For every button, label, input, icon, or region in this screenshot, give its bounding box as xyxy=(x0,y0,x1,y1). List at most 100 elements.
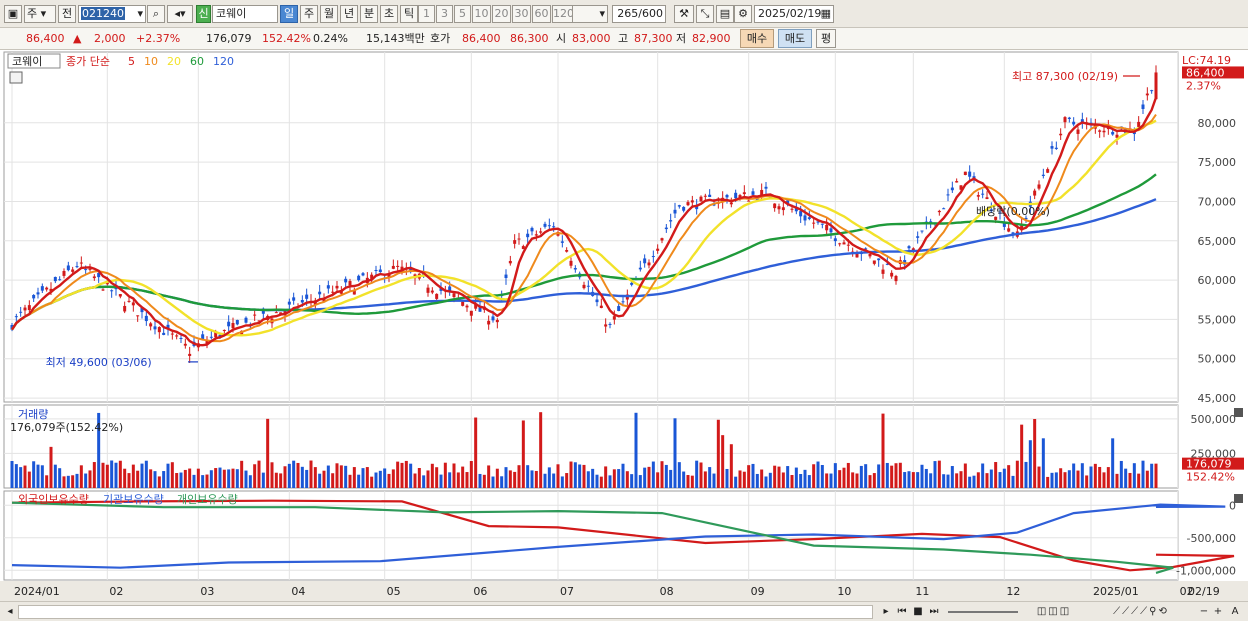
candle-body xyxy=(45,287,49,290)
volume-bar xyxy=(1054,472,1058,488)
calendar-icon[interactable]: ▦ xyxy=(821,6,831,22)
sell-button[interactable]: 매도 xyxy=(778,29,812,48)
candle-body xyxy=(985,197,989,200)
candle-body xyxy=(1067,117,1071,119)
candle-body xyxy=(734,192,738,199)
speaker-icon[interactable]: ◂▾ xyxy=(167,5,193,23)
stock-code-input[interactable]: 021240 ▾ xyxy=(78,5,146,23)
chart-scrollbar[interactable]: ◂ ▸ ⏮ ■ ⏭ ◫◫◫ ⟋⟋⟋⟋⚲⟲ − + A xyxy=(0,601,1248,621)
candle-body xyxy=(868,253,872,257)
volume-bar xyxy=(573,462,577,488)
candle-body xyxy=(318,291,322,295)
date-input[interactable]: 2025/02/19 ▦ xyxy=(754,5,834,23)
stop-icon[interactable]: ■ xyxy=(911,605,925,619)
interval-button[interactable]: 10 xyxy=(472,5,491,23)
save-icon[interactable]: ▤ xyxy=(716,5,734,23)
volume-bar xyxy=(734,476,738,488)
zoom-out-icon[interactable]: − xyxy=(1198,605,1210,619)
interval-button[interactable]: 3 xyxy=(436,5,453,23)
period-button[interactable]: 주 xyxy=(300,5,318,23)
bar-count-value: 265 xyxy=(617,7,639,20)
rewind-icon[interactable]: ⏮ xyxy=(895,605,909,619)
candle-body xyxy=(950,187,954,191)
period-button[interactable]: 년 xyxy=(340,5,358,23)
bar-count-field[interactable]: 265/600 xyxy=(612,5,666,23)
candle-body xyxy=(946,194,950,196)
buy-button[interactable]: 매수 xyxy=(740,29,774,48)
volume-bar xyxy=(556,464,560,488)
period-button[interactable]: 월 xyxy=(320,5,338,23)
volume-bar xyxy=(803,469,807,488)
candle-body xyxy=(426,287,430,293)
volume-bar xyxy=(426,470,430,488)
candle-body xyxy=(777,206,781,210)
high-label: 고 xyxy=(618,32,629,45)
volume-bar xyxy=(114,462,118,488)
panel-close-icon[interactable] xyxy=(1234,494,1243,503)
volume-bar xyxy=(443,462,447,488)
interval-button[interactable]: 1 xyxy=(418,5,435,23)
prev-button[interactable]: 전 xyxy=(58,5,76,23)
candle-body xyxy=(326,285,330,289)
average-button[interactable]: 평 xyxy=(816,29,836,48)
period-button[interactable]: 일 xyxy=(280,5,298,23)
candle-body xyxy=(942,208,946,210)
volume-bar xyxy=(1145,470,1149,488)
candle-body xyxy=(344,278,348,283)
candle-body xyxy=(170,333,174,335)
gear-icon[interactable]: ⚙ xyxy=(734,5,752,23)
volume-bar xyxy=(599,476,603,488)
candle-body xyxy=(963,171,967,175)
legend-ma-period: 5 xyxy=(128,55,135,68)
zoom-in-icon[interactable]: + xyxy=(1212,605,1224,619)
volume-bar xyxy=(1033,419,1037,488)
volume-bar xyxy=(261,472,265,488)
drawing-tool-icons[interactable]: ⟋⟋⟋⟋⚲⟲ xyxy=(1086,605,1196,619)
volume-bar xyxy=(461,466,465,488)
volume-bar xyxy=(712,473,716,488)
interval-button[interactable]: 5 xyxy=(454,5,471,23)
candle-body xyxy=(725,194,729,198)
period-unit-select[interactable]: 주 ▾ xyxy=(24,5,56,23)
candle-body xyxy=(1145,93,1149,96)
font-size-icon[interactable]: A xyxy=(1228,605,1242,619)
interval-button[interactable]: 60 xyxy=(532,5,551,23)
candle-body xyxy=(40,286,44,291)
volume-bar xyxy=(1050,472,1054,488)
scroll-left-icon[interactable]: ◂ xyxy=(4,605,16,619)
stock-chart[interactable]: 80,000 75,000 70,000 65,000 60,000 55,000 50,0… xyxy=(0,50,1248,601)
candle-body xyxy=(1007,228,1011,232)
x-axis-label: 05 xyxy=(387,585,401,598)
candle-body xyxy=(569,260,573,266)
search-icon[interactable]: ⌕ xyxy=(147,5,165,23)
window-icon[interactable]: ▣ xyxy=(4,5,22,23)
volume-pct-tag: 152.42% xyxy=(1186,471,1235,484)
volume-bar xyxy=(591,468,595,488)
zoom-slider[interactable] xyxy=(948,611,1018,613)
period-button[interactable]: 초 xyxy=(380,5,398,23)
volume-bar xyxy=(452,463,456,488)
interval-button[interactable]: 20 xyxy=(492,5,511,23)
layout-icons[interactable]: ◫◫◫ xyxy=(1024,605,1084,619)
volume-bar xyxy=(742,471,746,488)
panel-close-icon[interactable] xyxy=(1234,408,1243,417)
stock-name-field[interactable]: 코웨이 xyxy=(212,5,278,23)
holdings-legend-item: 개인보유수량 xyxy=(177,493,238,506)
candle-body xyxy=(244,317,248,323)
volume-bar xyxy=(560,476,564,488)
interval-button[interactable]: 120 xyxy=(552,5,574,23)
interval-button[interactable]: 30 xyxy=(512,5,531,23)
volume-bar xyxy=(279,473,283,488)
volume-bar xyxy=(196,468,200,488)
candle-body xyxy=(643,258,647,264)
chart-type-icon[interactable]: ⤡ xyxy=(696,5,714,23)
scroll-right-icon[interactable]: ▸ xyxy=(880,605,892,619)
tools-icon[interactable]: ⚒ xyxy=(674,5,694,23)
table-icon[interactable] xyxy=(9,71,23,84)
fast-forward-icon[interactable]: ⏭ xyxy=(927,605,941,619)
period-button[interactable]: 분 xyxy=(360,5,378,23)
interval-dropdown[interactable]: ▾ xyxy=(572,5,608,23)
scroll-track[interactable] xyxy=(18,605,873,619)
period-button[interactable]: 틱 xyxy=(400,5,418,23)
volume-bar xyxy=(313,467,317,488)
